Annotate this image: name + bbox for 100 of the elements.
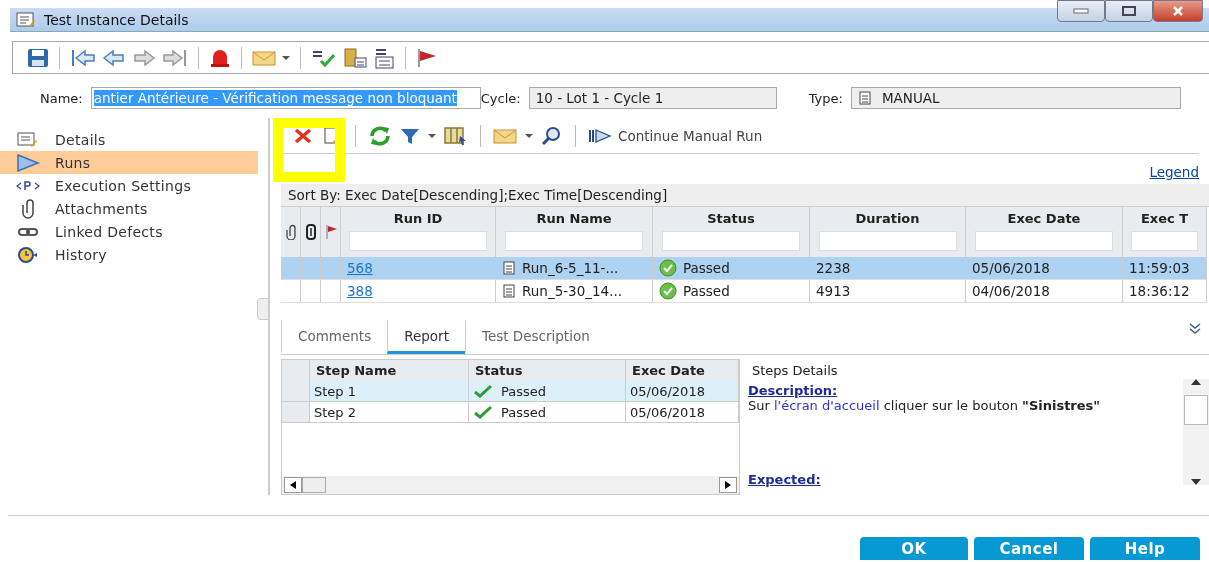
first-record-icon[interactable] — [70, 47, 96, 68]
filter-icon[interactable] — [400, 126, 420, 145]
table-cell[interactable] — [321, 257, 341, 280]
scroll-up-icon[interactable] — [1191, 379, 1201, 385]
document-icon — [502, 261, 516, 275]
filter-field[interactable] — [975, 231, 1113, 251]
document-icon[interactable] — [343, 46, 367, 69]
previous-icon[interactable] — [102, 47, 126, 68]
table-cell: Step 1 — [310, 381, 469, 402]
legend-link[interactable]: Legend — [1149, 164, 1199, 180]
filter-field[interactable] — [349, 231, 487, 251]
sort-by-text: Sort By: Exec Date[Descending];Exec Time[Descending] — [281, 184, 1209, 206]
field-label: Name: — [40, 90, 83, 106]
sidebar-item[interactable]: Linked Defects — [0, 220, 258, 243]
continue-run-button[interactable]: Continue Manual Run — [588, 127, 763, 144]
passed-icon — [659, 259, 677, 277]
caret-icon[interactable] — [428, 132, 436, 139]
minimize-icon — [1073, 7, 1089, 15]
table-cell: 05/06/2018 — [626, 381, 739, 402]
play-icon — [16, 152, 40, 173]
document-icon — [857, 91, 872, 105]
tab[interactable]: Report — [387, 320, 465, 354]
tab[interactable]: Comments — [281, 320, 388, 354]
table-cell[interactable] — [301, 257, 321, 280]
last-record-icon[interactable] — [162, 47, 188, 68]
next-icon[interactable] — [132, 47, 156, 68]
column-header[interactable]: Step Name — [310, 360, 469, 381]
cell-text: Passed — [501, 404, 547, 420]
table-cell: 04/06/2018 — [966, 280, 1123, 303]
description-text: Sur l'écran d'accueil cliquer sur le bouton "Sinistres" — [748, 398, 1102, 413]
column-header[interactable]: Status — [469, 360, 626, 381]
sidebar-item[interactable]: Execution Settings — [0, 174, 258, 197]
mail-icon[interactable] — [252, 49, 276, 66]
column-header[interactable]: Run ID — [393, 211, 443, 226]
close-icon — [1172, 6, 1184, 16]
minimize-button[interactable] — [1057, 0, 1105, 22]
header-cell[interactable] — [281, 207, 301, 257]
column-header[interactable]: Exec T — [1140, 211, 1189, 226]
scroll-right-icon[interactable] — [725, 481, 731, 489]
table-cell: 18:36:12 — [1123, 280, 1207, 303]
header-cell[interactable] — [321, 207, 341, 257]
caret-icon[interactable] — [282, 54, 290, 61]
columns-icon[interactable] — [444, 125, 468, 146]
table-cell: 05/06/2018 — [966, 257, 1123, 280]
document-icon — [502, 284, 516, 298]
column-header[interactable]: Status — [707, 211, 755, 226]
type-field[interactable]: MANUAL — [850, 87, 1181, 109]
form-icon — [16, 11, 36, 28]
sidebar-item[interactable]: Attachments — [0, 197, 258, 220]
close-button[interactable] — [1153, 0, 1203, 22]
collapse-handle[interactable] — [257, 298, 269, 320]
table-cell: 4913 — [810, 280, 966, 303]
table-cell: 11:59:03 — [1123, 257, 1207, 280]
filter-field[interactable] — [662, 231, 800, 251]
table-cell[interactable] — [321, 280, 341, 303]
caret-icon[interactable] — [525, 132, 533, 139]
column-header[interactable]: Exec Date — [1007, 211, 1081, 226]
table-cell[interactable] — [281, 257, 301, 280]
alert-icon[interactable] — [209, 47, 231, 68]
tab[interactable]: Test Description — [464, 320, 606, 354]
clock-icon — [17, 245, 39, 264]
check-icon — [473, 405, 493, 419]
cycle-field[interactable]: 10 - Lot 1 - Cycle 1 — [528, 87, 777, 109]
section-label: Description: — [748, 383, 839, 398]
column-header[interactable]: Duration — [855, 211, 920, 226]
sidebar-item[interactable]: Runs — [0, 151, 258, 174]
vertical-scrollbar[interactable] — [1183, 379, 1209, 485]
filter-field[interactable] — [505, 231, 643, 251]
filter-field[interactable] — [818, 231, 957, 251]
column-header[interactable]: Exec Date — [626, 360, 739, 381]
cell-text: Passed — [683, 283, 730, 299]
header-cell[interactable] — [301, 207, 321, 257]
run-id-link[interactable]: 388 — [347, 283, 373, 299]
section-label: Expected: — [748, 472, 822, 487]
cell-text: Run_5-30_14... — [522, 283, 623, 299]
expand-icon[interactable] — [1189, 323, 1201, 335]
filter-field[interactable] — [1131, 231, 1198, 251]
details-icon — [17, 131, 39, 148]
save-icon[interactable] — [27, 47, 49, 68]
cell-text: Run_6-5_11-... — [522, 260, 619, 276]
paperclip-icon — [21, 198, 35, 219]
table-cell[interactable] — [281, 280, 301, 303]
highlight-frame — [273, 118, 345, 182]
search-icon[interactable] — [541, 125, 563, 146]
check-icon — [473, 384, 493, 398]
table-icon[interactable] — [373, 46, 395, 69]
mail-icon[interactable] — [493, 127, 517, 144]
cell-text: Passed — [683, 260, 730, 276]
horizontal-scrollbar[interactable] — [282, 476, 739, 494]
scroll-down-icon[interactable] — [1191, 479, 1201, 485]
table-cell: Step 2 — [310, 402, 469, 423]
scroll-left-icon[interactable] — [290, 481, 296, 489]
paperclip-icon — [284, 224, 297, 240]
sidebar-item[interactable]: Details — [0, 128, 258, 151]
table-cell[interactable] — [301, 280, 321, 303]
panel-title: Steps Details — [752, 363, 839, 378]
sidebar-item[interactable]: History — [0, 243, 258, 266]
maximize-button[interactable] — [1105, 0, 1153, 22]
refresh-icon[interactable] — [368, 124, 392, 147]
column-header[interactable]: Run Name — [536, 211, 612, 226]
